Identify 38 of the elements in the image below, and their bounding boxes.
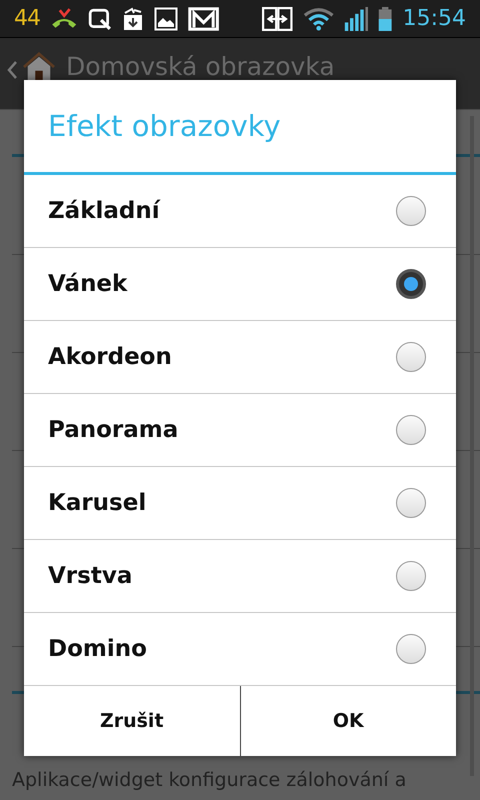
- notification-count: 44: [14, 6, 40, 31]
- signal-icon: [344, 6, 368, 30]
- back-icon[interactable]: [6, 60, 18, 80]
- image-icon: [154, 6, 178, 30]
- radio-button[interactable]: [396, 415, 426, 445]
- battery-icon: [378, 6, 393, 30]
- radio-button[interactable]: [396, 561, 426, 591]
- option-row[interactable]: Karusel: [24, 467, 456, 540]
- dialog-title: Efekt obrazovky: [24, 80, 456, 175]
- radio-button[interactable]: [396, 488, 426, 518]
- radio-button[interactable]: [396, 196, 426, 226]
- option-label: Vrstva: [48, 563, 132, 589]
- option-row[interactable]: Panorama: [24, 394, 456, 467]
- wifi-icon: [302, 6, 334, 30]
- option-row[interactable]: Akordeon: [24, 321, 456, 394]
- home-icon: [22, 52, 56, 82]
- radio-button[interactable]: [396, 269, 426, 299]
- dialog-button[interactable]: OK: [240, 686, 456, 756]
- option-label: Základní: [48, 198, 160, 224]
- option-label: Vánek: [48, 271, 128, 297]
- search-app-icon: [88, 6, 112, 30]
- radio-button[interactable]: [396, 634, 426, 664]
- clock: 15:54: [402, 6, 466, 31]
- dialog-button[interactable]: Zrušit: [24, 686, 240, 756]
- setting-summary: Aplikace/widget konfigurace zálohování a: [12, 768, 408, 793]
- download-box-icon: [122, 6, 144, 30]
- option-row[interactable]: Vrstva: [24, 540, 456, 613]
- option-label: Domino: [48, 636, 147, 662]
- radio-button[interactable]: [396, 342, 426, 372]
- screen-title: Domovská obrazovka: [66, 52, 335, 82]
- missed-call-icon: [50, 6, 78, 30]
- option-label: Panorama: [48, 417, 178, 443]
- option-label: Akordeon: [48, 344, 172, 370]
- mail-icon: [188, 6, 220, 30]
- option-label: Karusel: [48, 490, 146, 516]
- option-row[interactable]: Vánek: [24, 248, 456, 321]
- option-row[interactable]: Základní: [24, 175, 456, 248]
- transfer-icon: [262, 6, 293, 30]
